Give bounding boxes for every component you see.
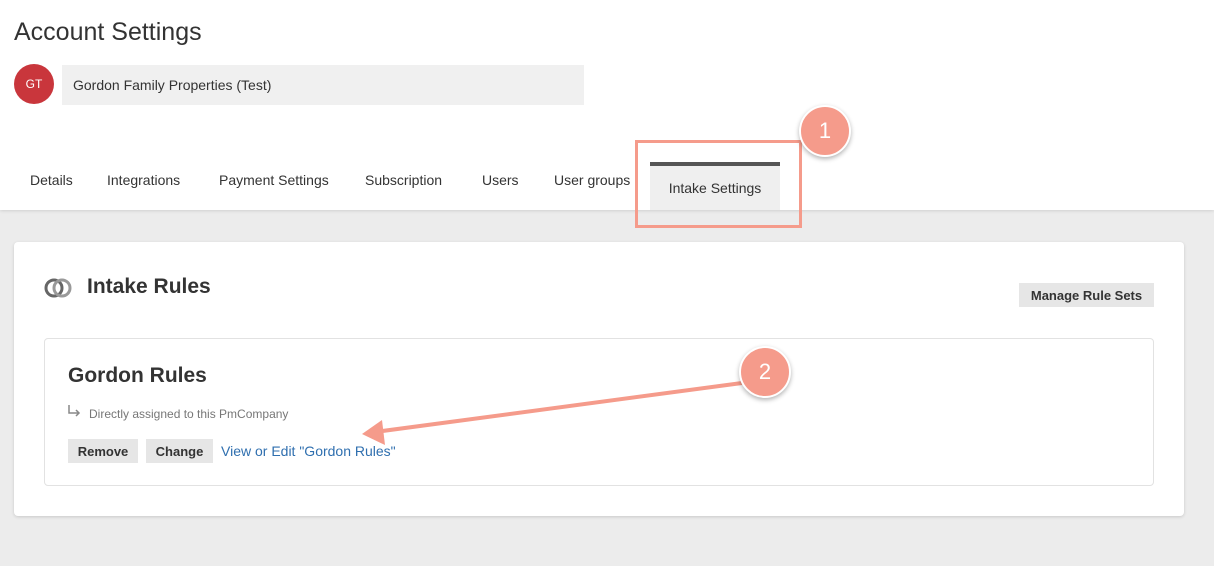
section-title: Intake Rules	[87, 275, 211, 298]
tab-payment-settings[interactable]: Payment Settings	[219, 172, 329, 188]
avatar: GT	[14, 64, 54, 104]
tab-integrations[interactable]: Integrations	[107, 172, 180, 188]
page-title: Account Settings	[14, 18, 202, 46]
intake-rules-card: Intake Rules Manage Rule Sets Gordon Rul…	[14, 242, 1184, 516]
ruleset-panel: Gordon Rules Directly assigned to this P…	[44, 338, 1154, 486]
tab-user-groups[interactable]: User groups	[554, 172, 630, 188]
ruleset-name: Gordon Rules	[68, 364, 207, 387]
tab-details[interactable]: Details	[30, 172, 73, 188]
header-area: Account Settings GT Gordon Family Proper…	[0, 0, 1214, 210]
assignment-text: Directly assigned to this PmCompany	[89, 407, 289, 421]
step-1-badge: 1	[799, 105, 851, 157]
return-arrow-icon	[68, 405, 81, 417]
view-edit-rules-link[interactable]: View or Edit "Gordon Rules"	[221, 443, 396, 459]
step-2-badge: 2	[739, 346, 791, 398]
change-button[interactable]: Change	[146, 439, 213, 463]
remove-button[interactable]: Remove	[68, 439, 138, 463]
account-name: Gordon Family Properties (Test)	[73, 77, 272, 93]
tab-subscription[interactable]: Subscription	[365, 172, 442, 188]
overlapping-circles-icon	[44, 278, 72, 298]
tab-users[interactable]: Users	[482, 172, 519, 188]
manage-rule-sets-button[interactable]: Manage Rule Sets	[1019, 283, 1154, 307]
highlight-box	[635, 140, 802, 228]
account-name-field[interactable]: Gordon Family Properties (Test)	[62, 65, 584, 105]
